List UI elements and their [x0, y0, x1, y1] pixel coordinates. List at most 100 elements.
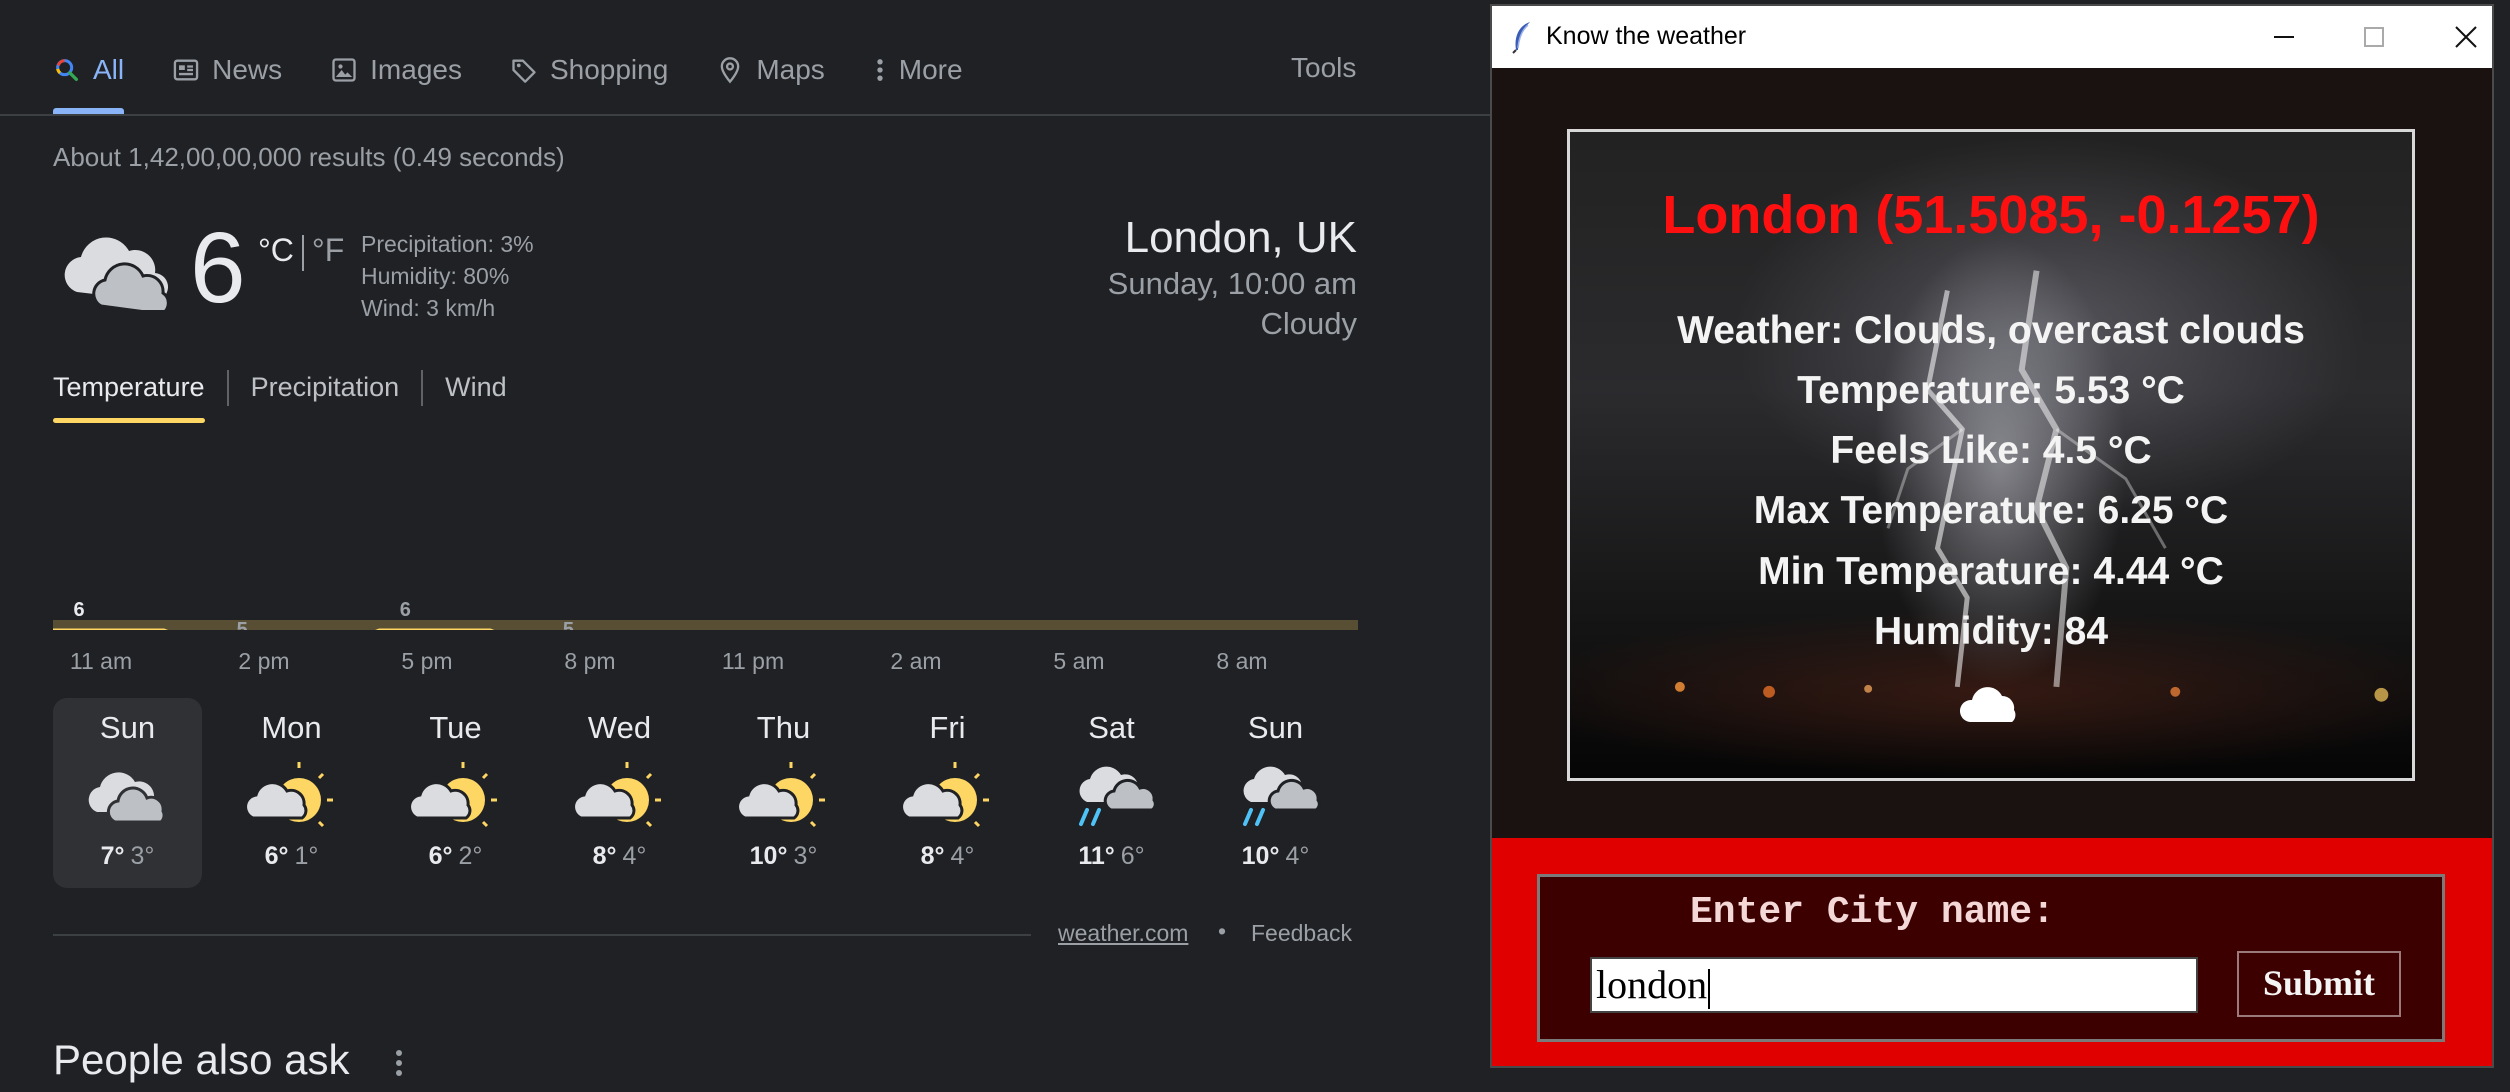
forecast-low: 3°: [130, 842, 155, 870]
minimize-icon[interactable]: [2254, 16, 2314, 58]
chart-value-label: 6: [400, 599, 411, 621]
city-input-value: london: [1596, 962, 1708, 1007]
humidity-text: Humidity: 80%: [361, 263, 510, 289]
rain-icon: [1242, 766, 1321, 826]
forecast-high: 8°: [920, 842, 945, 870]
window-title: Know the weather: [1546, 22, 1747, 50]
forecast-high: 8°: [592, 842, 617, 870]
city-input[interactable]: london: [1590, 957, 2198, 1013]
forecast-day-name: Sun: [1247, 710, 1304, 745]
tab-more[interactable]: More: [873, 46, 963, 94]
tab-more-label: More: [898, 54, 963, 85]
forecast-day[interactable]: Mon 6° 1°: [217, 698, 366, 888]
rain-icon: [1078, 766, 1157, 826]
forecast-high: 10°: [1241, 842, 1280, 870]
chart-time-label: 11 pm: [721, 648, 785, 674]
forecast-day-name: Thu: [756, 710, 811, 745]
forecast-low: 4°: [622, 842, 647, 870]
weather-details: Precipitation: 3% Humidity: 80% Wind: 3 …: [361, 228, 534, 324]
forecast-day-name: Mon: [261, 710, 322, 745]
tab-wind[interactable]: Wind: [445, 368, 507, 407]
current-temperature: 6: [190, 212, 246, 324]
tag-icon: [512, 59, 536, 83]
tabs-divider: [0, 114, 1490, 116]
footer-separator: •: [1218, 918, 1227, 944]
forecast-day[interactable]: Sun 7° 3°: [53, 698, 202, 888]
text-caret: [1708, 968, 1711, 1009]
more-vert-icon: [877, 59, 883, 81]
min-temperature-reading: Min Temperature: 4.44 °C: [1758, 550, 2224, 593]
window-titlebar[interactable]: Know the weather: [1492, 6, 2492, 68]
location-city: London, UK: [1124, 213, 1357, 262]
location-block: London, UK Sunday, 10:00 am Cloudy: [1108, 212, 1357, 344]
tab-news[interactable]: News: [172, 46, 282, 94]
tab-temperature[interactable]: Temperature: [53, 368, 205, 423]
forecast-day[interactable]: Wed 8° 4°: [545, 698, 694, 888]
forecast-temps: 11° 6°: [1037, 842, 1186, 871]
chart-time-label: 8 am: [1216, 648, 1268, 674]
forecast-day-name: Sat: [1088, 710, 1135, 745]
forecast-day-name: Fri: [929, 710, 966, 745]
forecast-high: 7°: [100, 842, 125, 870]
unit-fahrenheit[interactable]: °F: [312, 232, 344, 268]
close-icon[interactable]: [2436, 16, 2496, 58]
image-icon: [332, 58, 356, 82]
app-window: Know the weather London (51.5085, -0.125…: [1490, 4, 2494, 1068]
partly-sunny-icon: [246, 762, 333, 828]
forecast-day[interactable]: Tue 6° 2°: [381, 698, 530, 888]
chart-time-label: 8 pm: [564, 648, 616, 674]
submit-button[interactable]: Submit: [2237, 951, 2401, 1017]
tab-shopping[interactable]: Shopping: [510, 46, 668, 94]
chart-time-label: 5 am: [1053, 648, 1105, 674]
cloudy-icon: [64, 237, 169, 310]
forecast-high: 10°: [749, 842, 788, 870]
partly-sunny-icon: [738, 762, 825, 828]
search-tabs: All News Images Shopping Maps More: [53, 46, 1011, 114]
weather-display-canvas: London (51.5085, -0.1257) Weather: Cloud…: [1567, 129, 2415, 781]
weather-tab-separator: [421, 369, 424, 406]
source-link[interactable]: weather.com: [1058, 920, 1188, 947]
forecast-temps: 10° 3°: [709, 842, 858, 871]
tab-precipitation[interactable]: Precipitation: [251, 368, 400, 407]
city-coordinates-title: London (51.5085, -0.1257): [1662, 185, 2320, 245]
weather-description: Weather: Clouds, overcast clouds: [1677, 309, 2305, 352]
feather-icon: [1512, 22, 1530, 54]
forecast-temps: 7° 3°: [53, 842, 202, 871]
forecast-day[interactable]: Thu 10° 3°: [709, 698, 858, 888]
footer-divider: [53, 934, 1031, 936]
forecast-low: 2°: [458, 842, 483, 870]
chart-value-label: 5: [237, 619, 248, 630]
tab-images[interactable]: Images: [330, 46, 462, 94]
people-also-ask-heading: People also ask: [53, 1036, 350, 1083]
tab-maps-label: Maps: [756, 54, 825, 85]
search-icon: [56, 59, 78, 81]
forecast-day-name: Tue: [429, 710, 482, 745]
tab-maps[interactable]: Maps: [716, 46, 825, 94]
partly-sunny-icon: [574, 762, 661, 828]
tab-all[interactable]: All: [53, 46, 125, 114]
unit-celsius[interactable]: °C: [258, 232, 294, 268]
weather-tab-separator: [226, 369, 229, 406]
chart-value-label: 5: [563, 619, 574, 630]
feels-like-reading: Feels Like: 4.5 °C: [1830, 429, 2152, 472]
feedback-link[interactable]: Feedback: [1251, 920, 1352, 947]
forecast-day[interactable]: Sun 10° 4°: [1201, 698, 1350, 888]
map-pin-icon: [720, 57, 740, 84]
forecast-high: 6°: [428, 842, 453, 870]
maximize-icon[interactable]: [2344, 16, 2404, 58]
city-prompt-label: Enter City name:: [1690, 891, 2055, 934]
forecast-temps: 8° 4°: [873, 842, 1022, 871]
forecast-low: 6°: [1120, 842, 1145, 870]
forecast-day[interactable]: Sat 11° 6°: [1037, 698, 1186, 888]
tab-shopping-label: Shopping: [549, 54, 669, 85]
cloud-icon: [1959, 687, 2016, 722]
unit-toggle: °C °F: [258, 232, 344, 271]
tools-button[interactable]: Tools: [1291, 52, 1356, 84]
more-vert-icon[interactable]: [394, 1048, 404, 1078]
location-condition: Cloudy: [1260, 306, 1358, 341]
cloudy-icon: [88, 772, 166, 824]
forecast-day[interactable]: Fri 8° 4°: [873, 698, 1022, 888]
forecast-day-name: Wed: [587, 710, 652, 745]
partly-sunny-icon: [902, 762, 989, 828]
chart-time-label: 2 am: [890, 648, 942, 674]
